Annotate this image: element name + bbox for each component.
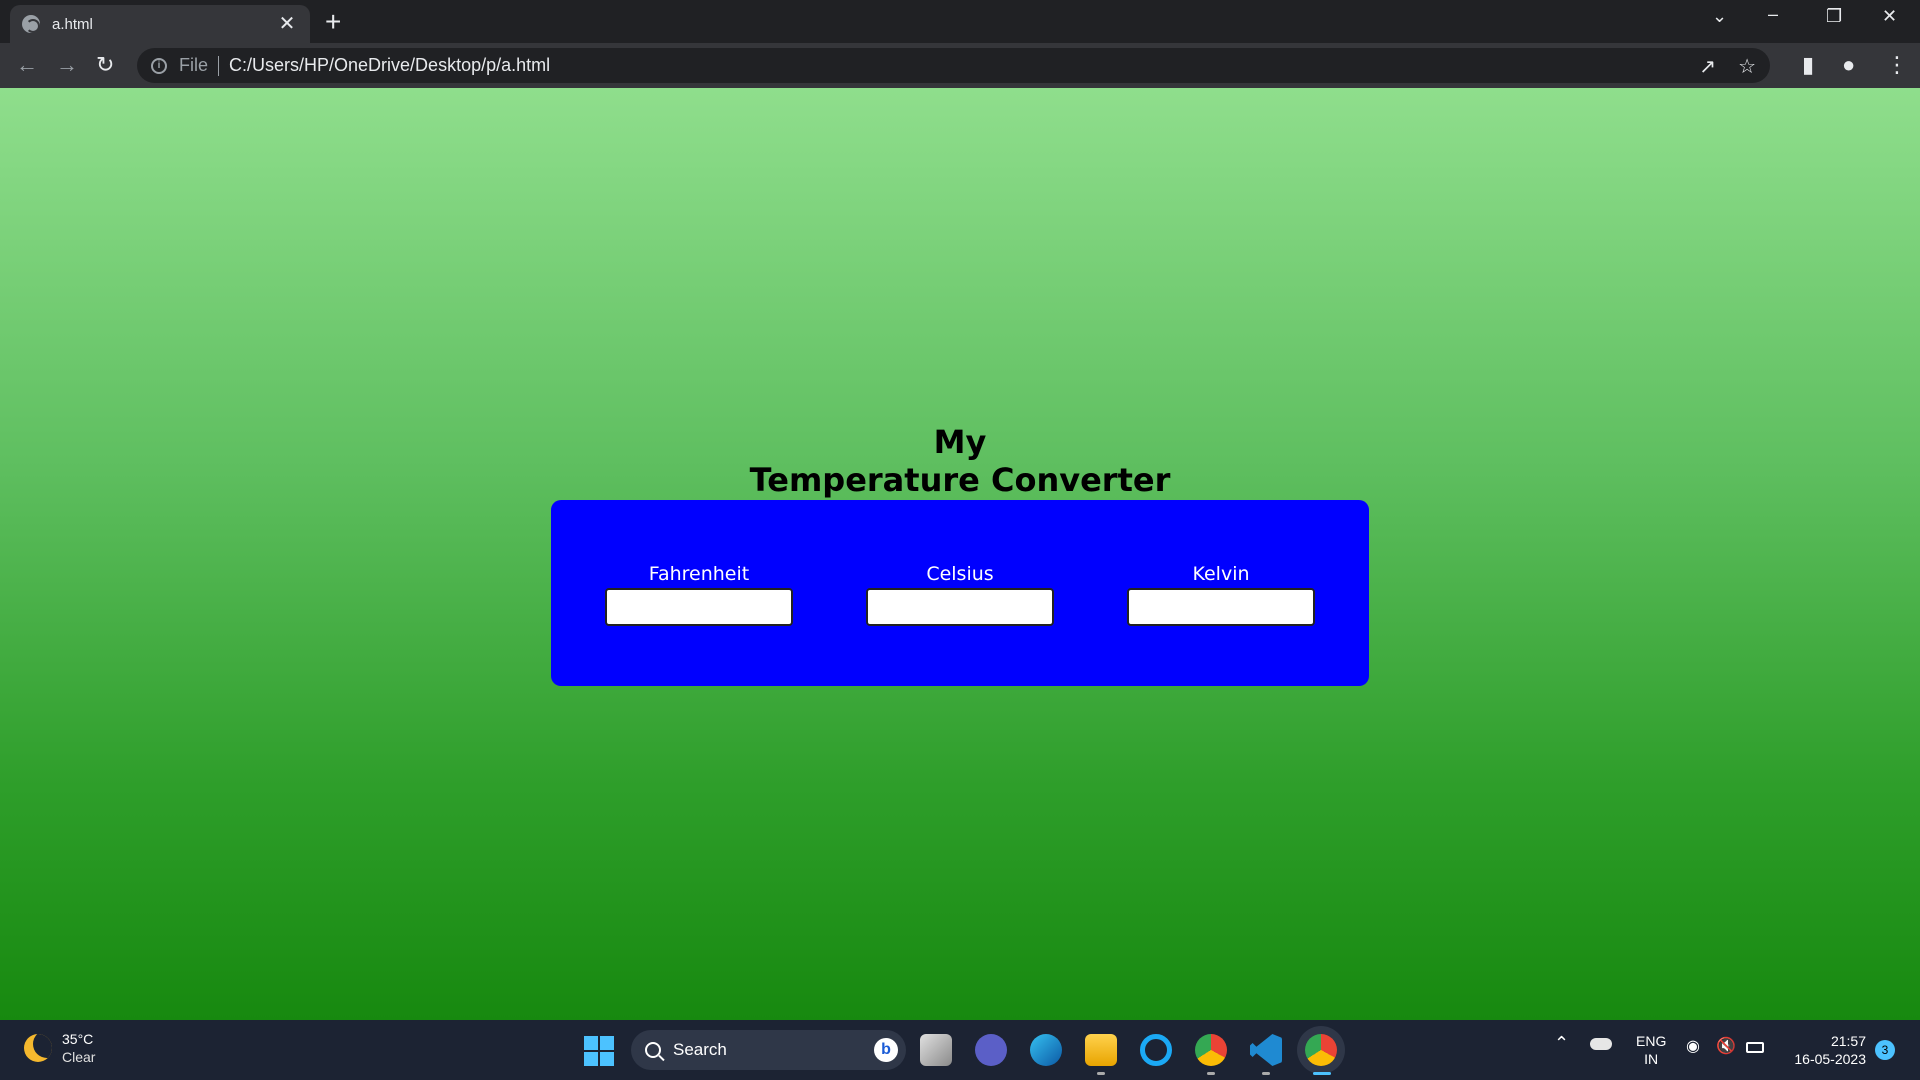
wifi-icon[interactable]: ◉ <box>1686 1038 1700 1056</box>
tab-search-chevron-icon[interactable]: ⌄ <box>1712 6 1727 27</box>
vscode-icon[interactable] <box>1250 1034 1282 1066</box>
address-divider <box>218 55 220 76</box>
celsius-input[interactable] <box>866 588 1054 626</box>
notification-badge[interactable]: 3 <box>1875 1040 1895 1060</box>
weather-temperature: 35°C <box>62 1031 94 1047</box>
taskbar: 35°C Clear Search b ⌃ ENG IN ◉ 🔇 21:57 1… <box>0 1020 1920 1080</box>
chrome-icon[interactable] <box>1305 1034 1337 1066</box>
chrome-profile-running-indicator <box>1207 1072 1215 1075</box>
language-indicator[interactable]: ENG IN <box>1636 1032 1666 1068</box>
side-panel-icon[interactable]: ▮ <box>1802 52 1814 78</box>
fahrenheit-field: Fahrenheit <box>605 562 793 626</box>
task-view-icon[interactable] <box>920 1034 952 1066</box>
moon-icon <box>24 1034 52 1062</box>
back-arrow-icon[interactable]: ← <box>16 52 38 78</box>
globe-icon <box>22 15 40 33</box>
converter-panel: Fahrenheit Celsius Kelvin <box>551 500 1369 686</box>
new-tab-button[interactable]: + <box>325 8 341 36</box>
page-title-line1: My <box>933 423 987 461</box>
taskbar-search[interactable]: Search b <box>631 1030 906 1070</box>
celsius-label: Celsius <box>926 563 994 585</box>
minimize-icon[interactable]: – <box>1768 4 1778 25</box>
fahrenheit-label: Fahrenheit <box>648 563 750 585</box>
vscode-running-indicator <box>1262 1072 1270 1075</box>
address-bar[interactable]: i File C:/Users/HP/OneDrive/Desktop/p/a.… <box>137 48 1770 83</box>
page-viewport: My Temperature Converter Fahrenheit Cels… <box>0 88 1920 1020</box>
page-title-line2: Temperature Converter <box>749 461 1171 499</box>
tab-strip: a.html ✕ + ⌄ – ❐ ✕ <box>0 0 1920 43</box>
site-info-icon[interactable]: i <box>151 57 167 74</box>
bookmark-star-icon[interactable]: ☆ <box>1738 54 1756 79</box>
chrome-profile-icon[interactable] <box>1195 1034 1227 1066</box>
weather-condition: Clear <box>62 1049 96 1065</box>
windows-start-icon[interactable] <box>584 1036 614 1066</box>
clock[interactable]: 21:57 16-05-2023 <box>1786 1032 1866 1068</box>
kelvin-field: Kelvin <box>1127 562 1315 626</box>
onedrive-cloud-icon[interactable] <box>1590 1038 1612 1050</box>
celsius-field: Celsius <box>866 562 1054 626</box>
weather-widget[interactable]: 35°C Clear <box>24 1030 95 1066</box>
browser-tab[interactable]: a.html ✕ <box>10 5 310 43</box>
battery-icon[interactable] <box>1746 1042 1764 1053</box>
menu-dots-icon[interactable]: ⋮ <box>1886 52 1908 78</box>
clock-time: 21:57 <box>1830 1033 1866 1049</box>
bing-icon[interactable]: b <box>874 1038 898 1062</box>
tab-close-icon[interactable]: ✕ <box>276 14 298 34</box>
clock-date: 16-05-2023 <box>1794 1051 1866 1067</box>
browser-toolbar: ← → ↻ i File C:/Users/HP/OneDrive/Deskto… <box>0 43 1920 88</box>
tab-title: a.html <box>52 15 93 33</box>
speaker-muted-icon[interactable]: 🔇 <box>1716 1038 1736 1056</box>
kelvin-input[interactable] <box>1127 588 1315 626</box>
show-hidden-icons-chevron[interactable]: ⌃ <box>1554 1034 1569 1052</box>
kelvin-label: Kelvin <box>1192 563 1250 585</box>
language-line1: ENG <box>1636 1033 1667 1049</box>
fahrenheit-input[interactable] <box>605 588 793 626</box>
search-icon <box>645 1042 661 1058</box>
page-title: My Temperature Converter <box>0 423 1920 499</box>
file-explorer-icon[interactable] <box>1085 1034 1117 1066</box>
teams-chat-icon[interactable] <box>975 1034 1007 1066</box>
cortana-icon[interactable] <box>1140 1034 1172 1066</box>
profile-icon[interactable]: ● <box>1842 52 1855 78</box>
window-close-icon[interactable]: ✕ <box>1882 6 1897 27</box>
address-scheme: File <box>179 55 209 75</box>
reload-icon[interactable]: ↻ <box>96 52 114 78</box>
file-explorer-running-indicator <box>1097 1072 1105 1075</box>
forward-arrow-icon[interactable]: → <box>56 52 78 78</box>
edge-icon[interactable] <box>1030 1034 1062 1066</box>
restore-icon[interactable]: ❐ <box>1826 6 1842 27</box>
taskbar-search-label: Search <box>673 1040 727 1059</box>
language-line2: IN <box>1644 1051 1659 1067</box>
address-url[interactable]: C:/Users/HP/OneDrive/Desktop/p/a.html <box>229 55 550 76</box>
share-icon[interactable]: ↗ <box>1699 54 1716 79</box>
chrome-active-indicator <box>1313 1072 1331 1075</box>
